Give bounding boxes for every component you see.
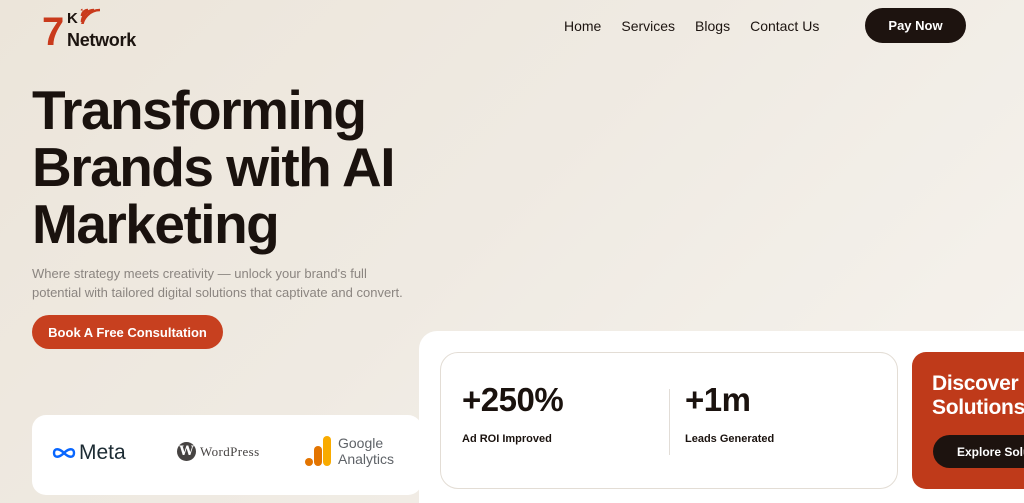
stat-label: Ad ROI Improved (462, 433, 552, 445)
discover-title: Discover Solutions (932, 372, 1024, 420)
explore-solutions-button[interactable]: Explore Solutions (933, 435, 1024, 468)
pay-now-button[interactable]: Pay Now (865, 8, 966, 43)
brand-logo[interactable]: 7 K Network (40, 4, 152, 54)
google-analytics-icon (305, 436, 331, 466)
stat-label: Leads Generated (685, 433, 775, 445)
hero-title-line: Marketing (32, 193, 280, 255)
partner-logos-card: Meta W WordPress Google Analytics (32, 415, 422, 495)
stat-roi: +250% Ad ROI Improved (462, 381, 564, 445)
logo-number: 7 (42, 10, 64, 54)
meta-logo: Meta (52, 441, 126, 465)
nav-services[interactable]: Services (621, 18, 675, 34)
wordpress-label: WordPress (200, 443, 260, 459)
discover-title-line: Solutions (932, 396, 1024, 419)
hero-title-line: Transforming (32, 79, 367, 141)
google-analytics-logo: Google Analytics (304, 435, 394, 467)
hero-title-line: Brands with AI (32, 136, 396, 198)
nav-contact-us[interactable]: Contact Us (750, 18, 819, 34)
book-consultation-button[interactable]: Book A Free Consultation (32, 315, 223, 349)
logo-word: Network (67, 30, 136, 50)
main-nav: Home Services Blogs Contact Us (564, 18, 819, 34)
stat-leads: +1m Leads Generated (685, 381, 774, 445)
logo-letter: K (67, 10, 78, 27)
stat-divider (669, 389, 670, 455)
google-analytics-label-line: Google (338, 435, 384, 451)
wordpress-icon: W (177, 442, 196, 461)
nav-blogs[interactable]: Blogs (695, 18, 730, 34)
nav-home[interactable]: Home (564, 18, 601, 34)
discover-title-line: Discover (932, 372, 1019, 395)
google-analytics-label: Google Analytics (338, 435, 394, 467)
google-analytics-label-line: Analytics (338, 451, 395, 467)
wifi-signal-icon (80, 8, 100, 24)
discover-solutions-card: Discover Solutions Explore Solutions (912, 352, 1024, 489)
hero-title: Transforming Brands with AI Marketing (32, 82, 452, 253)
stat-value: +250% (462, 381, 564, 418)
hero-subtitle: Where strategy meets creativity — unlock… (32, 266, 403, 300)
stats-card: +250% Ad ROI Improved +1m Leads Generate… (440, 352, 898, 489)
meta-label: Meta (79, 441, 126, 464)
wordpress-logo: W WordPress (177, 442, 260, 461)
meta-infinity-icon (52, 448, 76, 458)
stat-value: +1m (685, 381, 751, 418)
